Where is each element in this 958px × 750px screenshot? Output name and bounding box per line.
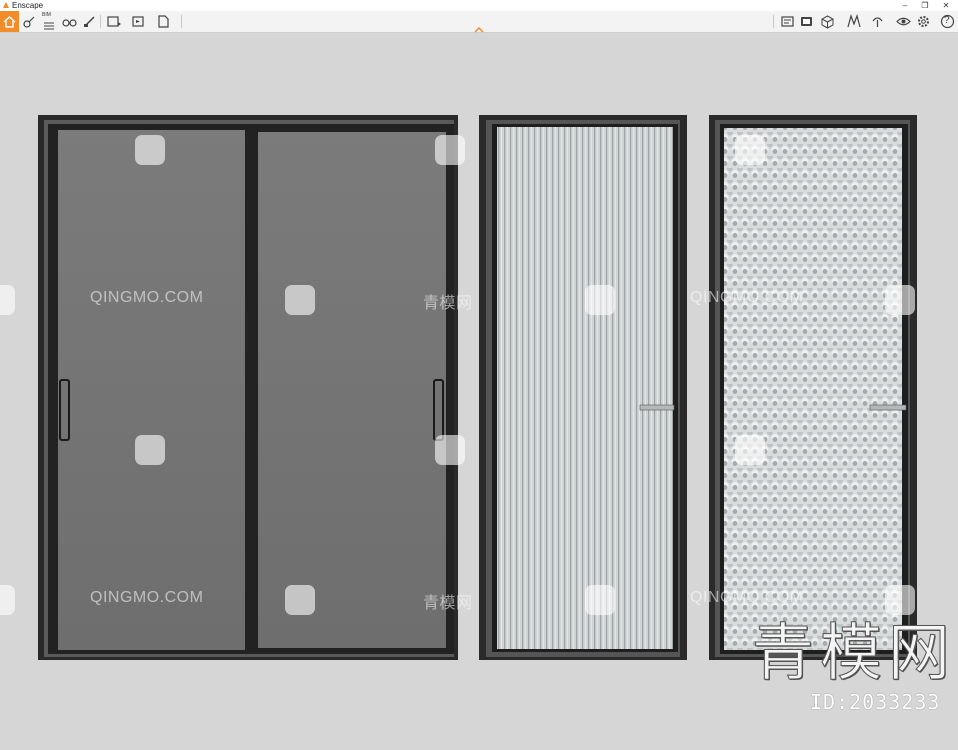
- watermark-cn: 青模网: [423, 595, 473, 612]
- restore-button[interactable]: ❐: [914, 0, 936, 11]
- export-image-icon[interactable]: [106, 14, 121, 29]
- brand-watermark: 青模网: [751, 616, 957, 690]
- toolbar-separator: [773, 15, 774, 28]
- visual-settings-icon[interactable]: [896, 14, 911, 29]
- watermark-text: QINGMO.COM: [690, 289, 804, 306]
- toolbar: BIM ?: [0, 11, 958, 33]
- cube-icon[interactable]: [820, 14, 835, 29]
- model-id-label: ID:2033233: [810, 690, 941, 714]
- window-title: Enscape: [12, 1, 44, 10]
- asset-library-icon[interactable]: [22, 14, 37, 29]
- reeded-glass-door: [479, 115, 687, 660]
- watermark-text: QINGMO.COM: [90, 589, 204, 606]
- brush-icon[interactable]: [82, 14, 97, 29]
- material-editor-icon[interactable]: [846, 14, 861, 29]
- help-button[interactable]: ?: [940, 14, 955, 29]
- bim-icon: [44, 22, 54, 30]
- toolbar-separator: [181, 15, 182, 28]
- help-label: ?: [944, 15, 950, 26]
- sliding-door-double: [38, 115, 458, 660]
- upload-icon[interactable]: [870, 14, 885, 29]
- home-button[interactable]: [0, 11, 19, 32]
- minimize-button[interactable]: –: [894, 0, 916, 11]
- toolbar-separator: [100, 15, 101, 28]
- textured-glass-door: [709, 115, 917, 660]
- export-video-icon[interactable]: [131, 14, 146, 29]
- close-button[interactable]: ✕: [935, 0, 957, 11]
- watermark-cn: 青模网: [423, 295, 473, 312]
- binoculars-icon[interactable]: [62, 14, 77, 29]
- export-file-icon[interactable]: [156, 14, 171, 29]
- home-icon: [3, 16, 16, 28]
- panorama-icon[interactable]: [799, 14, 814, 29]
- info-icon[interactable]: [780, 14, 795, 29]
- settings-icon[interactable]: [916, 14, 931, 29]
- watermark-text: QINGMO.COM: [90, 289, 204, 306]
- bim-label: BIM: [42, 12, 51, 18]
- enscape-logo-icon: [3, 2, 9, 8]
- bim-button[interactable]: BIM: [42, 12, 57, 30]
